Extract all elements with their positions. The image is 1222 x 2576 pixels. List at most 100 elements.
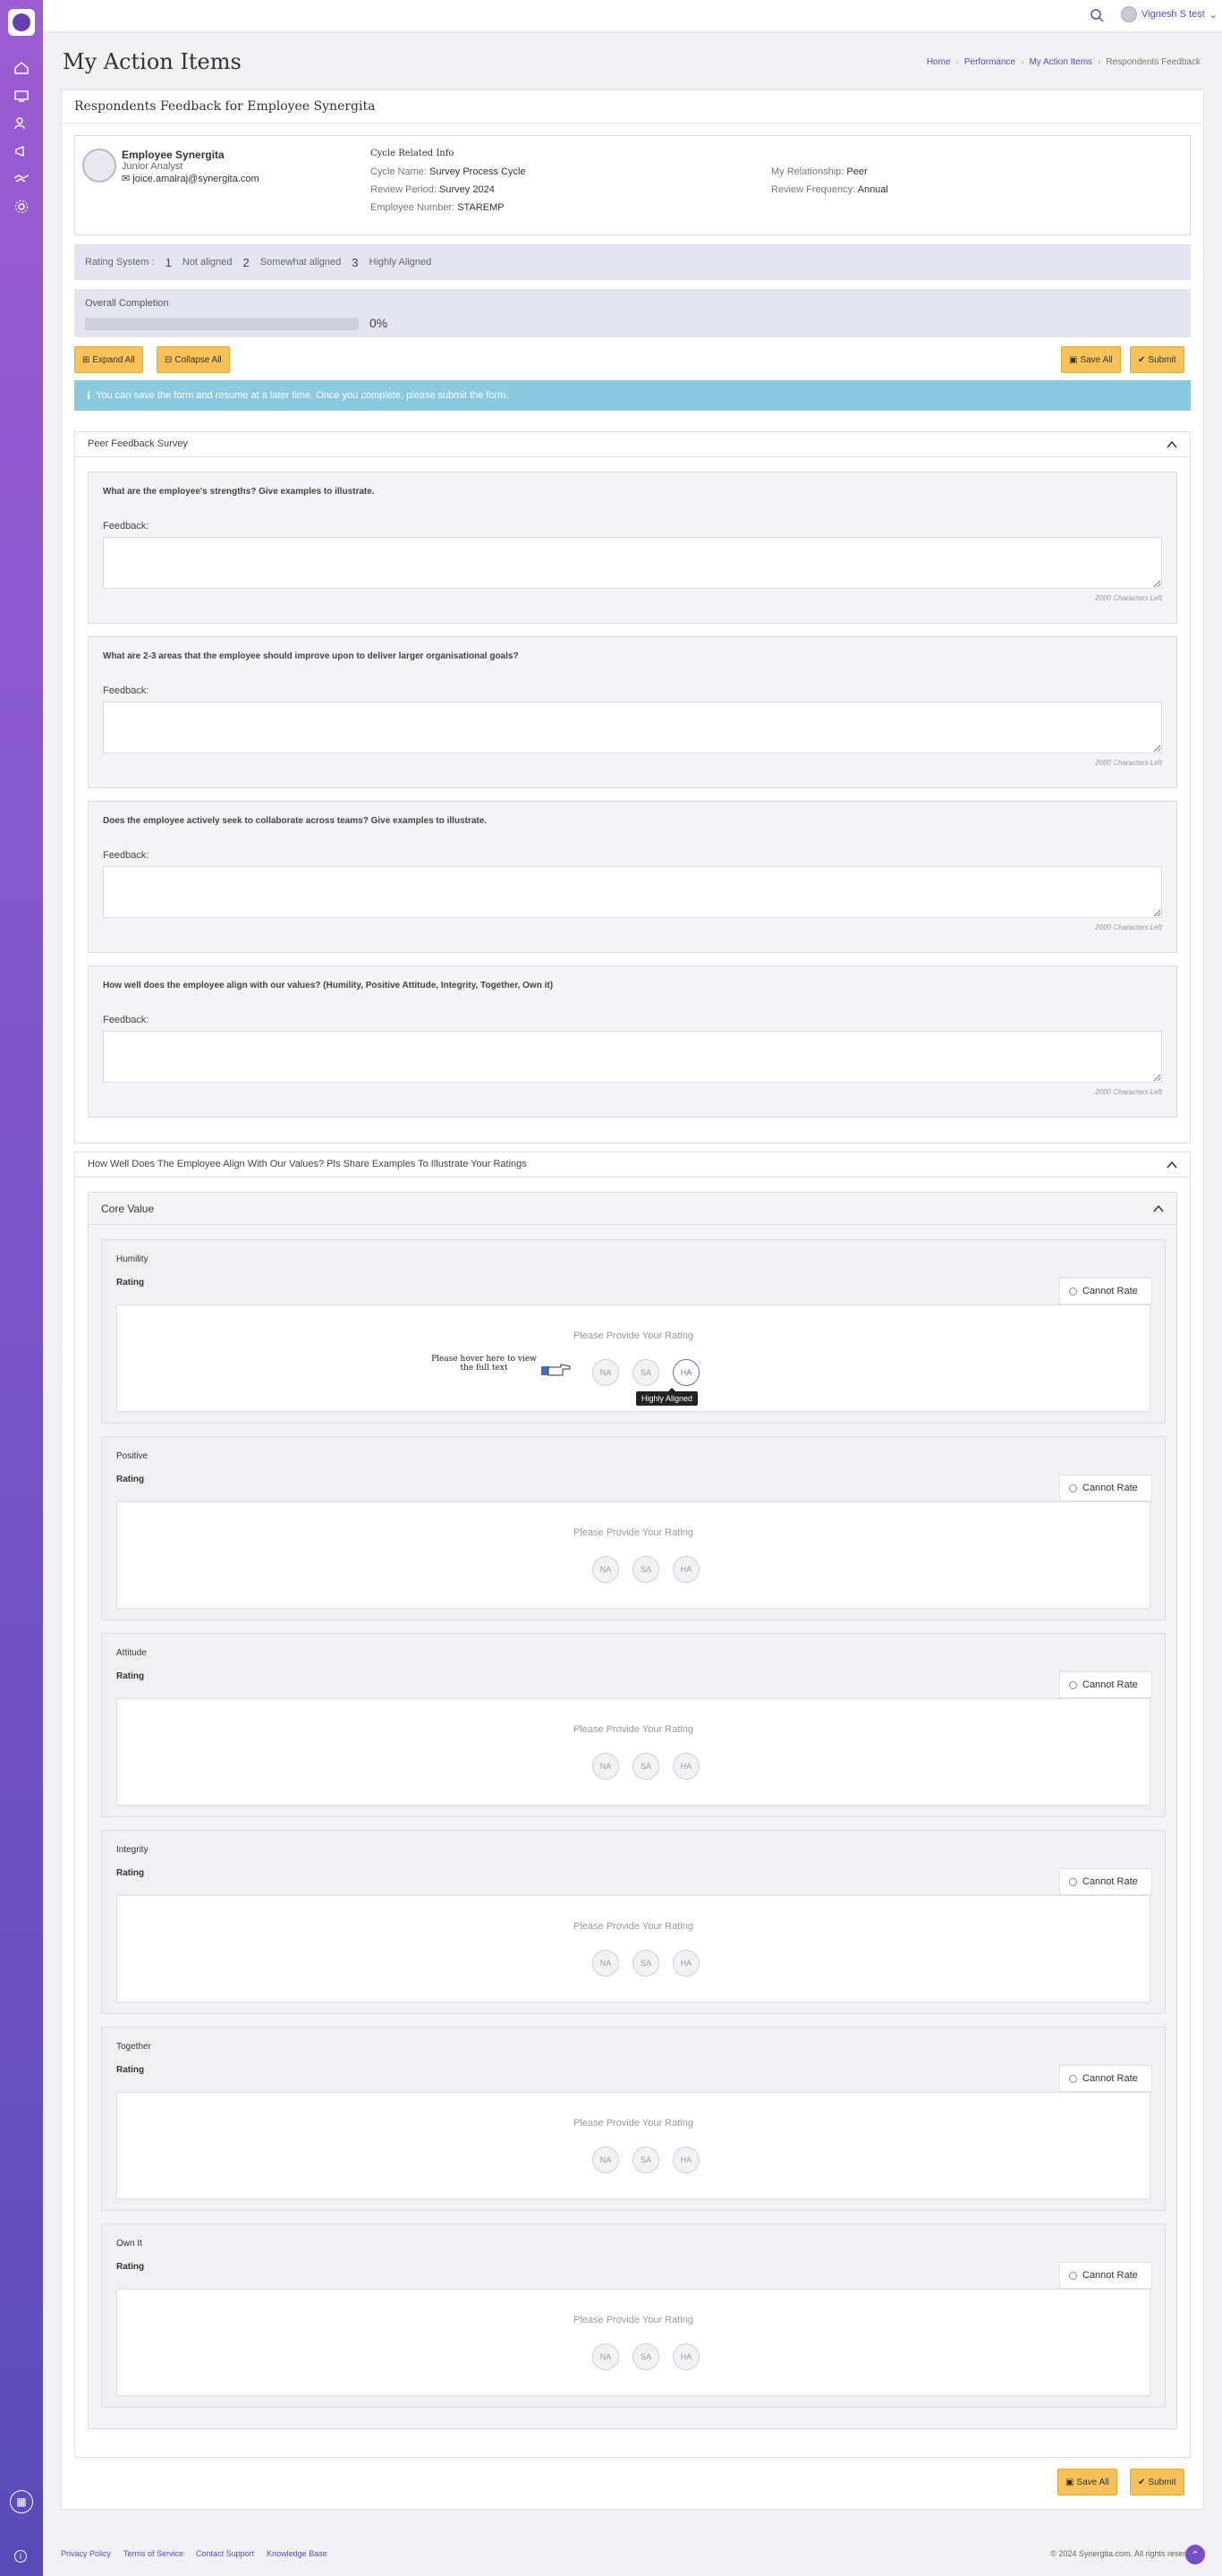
- cannot-rate-option[interactable]: Cannot Rate: [1059, 1278, 1152, 1305]
- settings-icon[interactable]: [13, 198, 30, 216]
- rating-area: Please Provide Your Rating Please hover …: [116, 1305, 1150, 1412]
- value-name: Humility: [116, 1254, 149, 1264]
- rating-label: Rating: [116, 1475, 145, 1484]
- search-icon[interactable]: [1090, 8, 1104, 22]
- rating-num: 2: [242, 255, 250, 269]
- core-value-header[interactable]: Core Value: [89, 1193, 1176, 1225]
- cannot-rate-option[interactable]: Cannot Rate: [1059, 1868, 1152, 1895]
- rating-ha-button[interactable]: HA: [673, 2147, 700, 2173]
- rating-na-button[interactable]: NA: [592, 1556, 619, 1583]
- section-header[interactable]: Peer Feedback Survey: [75, 432, 1190, 457]
- feedback-textarea[interactable]: [103, 866, 1162, 918]
- employee-email-text: joice.amalraj@synergita.com: [132, 174, 259, 184]
- rating-sa-button[interactable]: SA: [632, 2343, 659, 2370]
- expand-all-label: Expand All: [92, 354, 135, 365]
- cannot-rate-option[interactable]: Cannot Rate: [1059, 1475, 1152, 1501]
- section-title: How Well Does The Employee Align With Ou…: [88, 1159, 527, 1169]
- user-name: Vignesh S test: [1141, 9, 1205, 20]
- value-card-own-it: Own It Rating Cannot Rate Please Provide…: [101, 2223, 1166, 2408]
- rating-label: Rating: [116, 2262, 145, 2272]
- info-icon[interactable]: i: [14, 2550, 27, 2563]
- chevron-up-icon[interactable]: [1167, 1160, 1177, 1170]
- cannot-rate-option[interactable]: Cannot Rate: [1059, 1671, 1152, 1698]
- rating-ha-button[interactable]: HA: [673, 2343, 700, 2370]
- contact-support-link[interactable]: Contact Support: [196, 2549, 254, 2558]
- rating-ha-button[interactable]: HA: [673, 1359, 700, 1386]
- chevron-up-icon[interactable]: [1153, 1203, 1164, 1214]
- collapse-all-button[interactable]: ⊟ Collapse All: [157, 346, 230, 373]
- employee-number-label: Employee Number:: [370, 202, 455, 213]
- radio-icon[interactable]: [1069, 1287, 1077, 1296]
- breadcrumb: Home › Performance › My Action Items › Resp…: [927, 57, 1201, 67]
- rating-ha-button[interactable]: HA: [673, 1556, 700, 1583]
- megaphone-icon[interactable]: [13, 142, 30, 160]
- monitor-icon[interactable]: [13, 87, 30, 105]
- value-name: Integrity: [116, 1845, 149, 1855]
- rating-sa-button[interactable]: SA: [632, 1556, 659, 1583]
- rating-na-button[interactable]: NA: [592, 1359, 619, 1386]
- users-icon[interactable]: [13, 115, 30, 132]
- rating-sa-button[interactable]: SA: [632, 1950, 659, 1977]
- rating-sa-button[interactable]: SA: [632, 1753, 659, 1780]
- characters-left: 2000 Characters Left: [1095, 1088, 1162, 1096]
- review-period-label: Review Period:: [370, 184, 437, 195]
- submit-button-top[interactable]: ✔ Submit: [1130, 346, 1184, 373]
- breadcrumb-performance[interactable]: Performance: [964, 57, 1015, 67]
- expand-all-button[interactable]: ⊞ Expand All: [74, 346, 143, 373]
- rating-prompt: Please Provide Your Rating: [573, 1921, 693, 1932]
- cycle-info-title: Cycle Related Info: [370, 149, 454, 158]
- rating-ha-button[interactable]: HA: [673, 1753, 700, 1780]
- submit-button-bottom[interactable]: ✔ Submit: [1130, 2469, 1184, 2495]
- feedback-textarea[interactable]: [103, 701, 1162, 753]
- breadcrumb-separator: ›: [1098, 57, 1101, 67]
- rating-na-button[interactable]: NA: [592, 2147, 619, 2173]
- feedback-textarea[interactable]: [103, 1031, 1162, 1083]
- rating-na-button[interactable]: NA: [592, 1950, 619, 1977]
- breadcrumb-action-items[interactable]: My Action Items: [1029, 57, 1092, 67]
- rating-sa-button[interactable]: SA: [632, 1359, 659, 1386]
- rating-system-bar: Rating System : 1 Not aligned 2 Somewhat a…: [74, 244, 1191, 280]
- privacy-policy-link[interactable]: Privacy Policy: [61, 2549, 111, 2558]
- radio-icon[interactable]: [1069, 2074, 1077, 2083]
- cannot-rate-option[interactable]: Cannot Rate: [1059, 2262, 1152, 2289]
- cannot-rate-label: Cannot Rate: [1082, 1679, 1138, 1690]
- rating-na-button[interactable]: NA: [592, 2343, 619, 2370]
- radio-icon[interactable]: [1069, 1680, 1077, 1689]
- app-logo[interactable]: [8, 9, 35, 36]
- employee-number-value: STAREMP: [457, 202, 505, 213]
- expand-icon: ⊞: [82, 354, 90, 365]
- save-all-button-bottom[interactable]: ▣ Save All: [1057, 2469, 1117, 2495]
- breadcrumb-home[interactable]: Home: [927, 57, 951, 67]
- cycle-name-label: Cycle Name:: [370, 166, 427, 177]
- completion-label: Overall Completion: [85, 298, 169, 309]
- core-value-panel: Core Value Humility Rating Cannot Rate P…: [88, 1192, 1177, 2429]
- employee-number-row: Employee Number: STAREMP: [370, 202, 505, 213]
- rating-sa-button[interactable]: SA: [632, 2147, 659, 2173]
- knowledge-base-link[interactable]: Knowledge Base: [267, 2549, 327, 2558]
- radio-icon[interactable]: [1069, 1484, 1077, 1492]
- cannot-rate-option[interactable]: Cannot Rate: [1059, 2065, 1152, 2092]
- handshake-icon[interactable]: [13, 170, 30, 188]
- value-card-together: Together Rating Cannot Rate Please Provi…: [101, 2027, 1166, 2211]
- radio-icon[interactable]: [1069, 1877, 1077, 1886]
- chevron-up-icon[interactable]: [1167, 439, 1177, 450]
- value-card-humility: Humility Rating Cannot Rate Please Provi…: [101, 1239, 1166, 1424]
- terms-of-service-link[interactable]: Terms of Service: [123, 2549, 183, 2558]
- home-icon[interactable]: [13, 59, 30, 77]
- question-box: How well does the employee align with ou…: [88, 965, 1177, 1118]
- envelope-icon: ✉: [122, 174, 133, 184]
- rating-system-label: Rating System :: [85, 257, 155, 268]
- save-all-button-top[interactable]: ▣ Save All: [1061, 346, 1121, 373]
- radio-icon[interactable]: [1069, 2271, 1077, 2280]
- rating-prompt: Please Provide Your Rating: [573, 1724, 693, 1735]
- user-menu[interactable]: Vignesh S test ⌄: [1121, 6, 1218, 22]
- rating-na-button[interactable]: NA: [592, 1753, 619, 1780]
- feedback-textarea[interactable]: [103, 537, 1162, 589]
- cannot-rate-label: Cannot Rate: [1082, 1286, 1138, 1297]
- scroll-top-icon[interactable]: ⌃: [1185, 2545, 1205, 2564]
- section-header[interactable]: How Well Does The Employee Align With Ou…: [75, 1152, 1190, 1177]
- rating-ha-button[interactable]: HA: [673, 1950, 700, 1977]
- apps-grid-icon[interactable]: ▦: [10, 2490, 33, 2513]
- topbar: Vignesh S test ⌄: [43, 0, 1222, 32]
- value-name: Own It: [116, 2239, 142, 2249]
